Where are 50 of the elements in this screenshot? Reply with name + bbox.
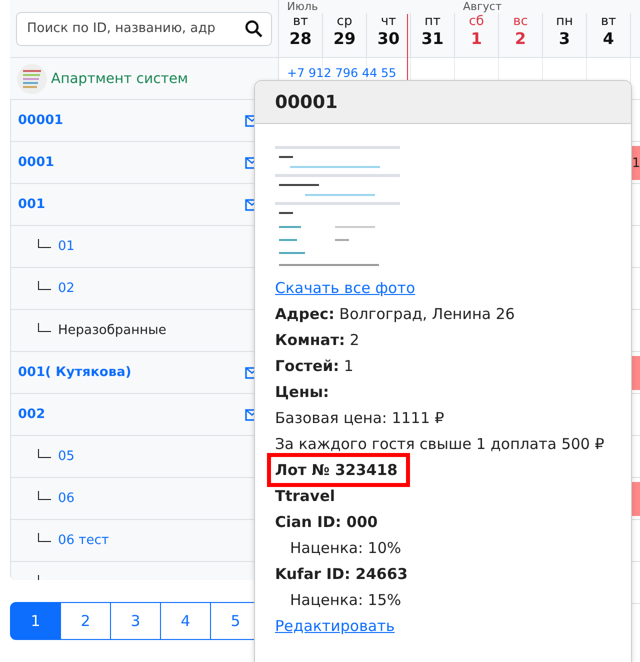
info-text: Наценка: 10%: [289, 538, 402, 559]
page-button[interactable]: 4: [160, 602, 211, 640]
property-link[interactable]: 0001: [18, 155, 54, 170]
date-label: 31: [421, 29, 444, 48]
date-label: 1: [470, 29, 482, 48]
date-label: 2: [514, 29, 526, 48]
info-text: Наценка: 15%: [289, 590, 402, 611]
info-text: Ttravel: [275, 486, 336, 507]
page-button[interactable]: 1: [10, 602, 61, 640]
unit-link[interactable]: 02: [58, 281, 75, 296]
date-label: 28: [289, 29, 312, 48]
info-text: Kufar ID: 24663: [275, 564, 409, 585]
unit-link[interactable]: 06: [58, 491, 75, 506]
date-label: 30: [377, 29, 400, 48]
month-label: Август: [462, 0, 503, 13]
date-label: 4: [602, 29, 614, 48]
weekday-label: вс: [513, 14, 528, 29]
property-link[interactable]: 001( Кутякова): [18, 365, 132, 380]
info-text: Cian ID: 000: [275, 512, 379, 533]
weekday-label: сб: [468, 14, 484, 29]
unit-link[interactable]: Неразобранные: [58, 323, 166, 338]
page-button[interactable]: 3: [110, 602, 161, 640]
weekday-label: ср: [336, 14, 352, 29]
unit-link[interactable]: 01: [58, 239, 75, 254]
info-text: Базовая цена: 1111 ₽: [275, 408, 446, 429]
phone-link[interactable]: +7 912 796 44 55: [287, 66, 396, 80]
info-text: Гостей: 1: [275, 356, 354, 377]
search-field[interactable]: Поиск по ID, названию, адр: [16, 12, 272, 46]
popover-link[interactable]: Скачать все фото: [275, 275, 416, 301]
weekday-label: вт: [292, 14, 308, 29]
weekday-label: вт: [600, 14, 616, 29]
property-link[interactable]: 001: [18, 197, 46, 212]
unit-link[interactable]: 06 тест: [58, 533, 109, 548]
property-link[interactable]: 00001: [18, 113, 64, 128]
page-button[interactable]: 2: [60, 602, 111, 640]
date-label: 3: [558, 29, 570, 48]
popover-title: 00001: [255, 81, 631, 124]
company-name: Апартмент систем: [51, 70, 188, 86]
info-text: Цены:: [275, 382, 330, 403]
weekday-label: пн: [556, 14, 573, 29]
info-text: Комнат: 2: [275, 330, 360, 351]
info-text: За каждого гостя свыше 1 доплата 500 ₽: [275, 434, 606, 455]
month-label: Июль: [286, 0, 320, 13]
popover-link[interactable]: Редактировать: [275, 613, 395, 639]
date-label: 29: [333, 29, 356, 48]
property-link[interactable]: 002: [18, 407, 46, 422]
unit-link[interactable]: 05: [58, 449, 75, 464]
info-text: Адрес: Волгоград, Ленина 26: [275, 304, 516, 325]
weekday-label: пт: [424, 14, 441, 29]
weekday-label: чт: [380, 14, 396, 29]
